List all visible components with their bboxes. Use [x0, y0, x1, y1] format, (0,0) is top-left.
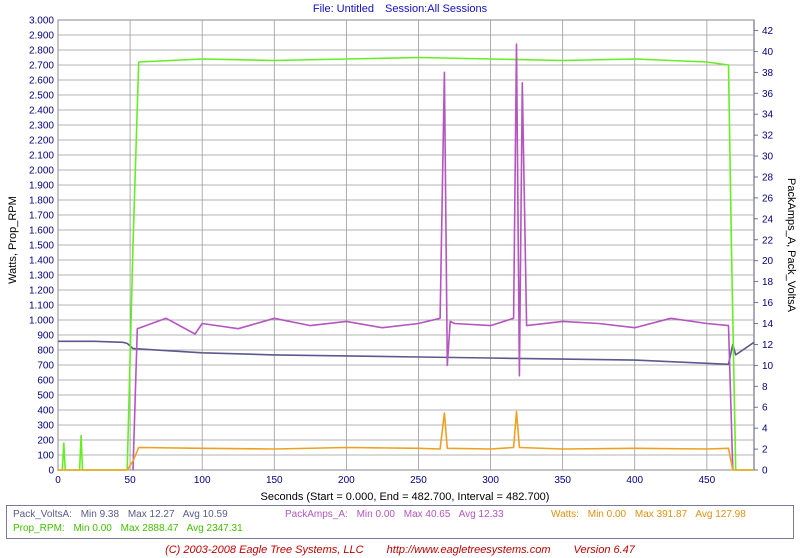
- y-left-tick-label: 2.800: [29, 46, 54, 57]
- y-right-tick-label: 36: [762, 89, 774, 100]
- y-left-tick-label: 400: [37, 406, 54, 417]
- x-tick-label: 300: [482, 475, 499, 486]
- stats-volts-max: Max 12.27: [127, 509, 175, 520]
- stats-watts: Watts: Min 0.00 Max 391.87 Avg 127.98: [551, 508, 752, 522]
- y-left-tick-label: 1.900: [29, 181, 54, 192]
- stats-rpm: Prop_RPM: Min 0.00 Max 2888.47 Avg 2347.…: [13, 522, 249, 536]
- footer-copyright: (C) 2003-2008 Eagle Tree Systems, LLC: [165, 544, 364, 556]
- x-tick-label: 100: [194, 475, 211, 486]
- y-left-tick-label: 1.400: [29, 256, 54, 267]
- y-left-tick-label: 2.900: [29, 31, 54, 42]
- y-left-tick-label: 600: [37, 376, 54, 387]
- y-right-tick-label: 6: [762, 403, 768, 414]
- y-right-tick-label: 14: [762, 319, 774, 330]
- y-left-tick-label: 100: [37, 451, 54, 462]
- y-left-tick-label: 3.000: [29, 16, 54, 27]
- y-left-tick-label: 2.100: [29, 151, 54, 162]
- y-left-tick-label: 900: [37, 331, 54, 342]
- y-right-tick-label: 40: [762, 47, 774, 58]
- y-right-tick-label: 8: [762, 382, 768, 393]
- y-left-tick-label: 2.600: [29, 76, 54, 87]
- stats-volts-name: Pack_VoltsA:: [13, 509, 72, 520]
- y-left-tick-label: 200: [37, 436, 54, 447]
- y-right-tick-label: 4: [762, 424, 768, 435]
- x-tick-label: 50: [125, 475, 137, 486]
- stats-amps-avg: Avg 12.33: [458, 509, 504, 520]
- x-tick-label: 0: [55, 475, 61, 486]
- y-left-tick-label: 2.300: [29, 121, 54, 132]
- stats-amps-name: PackAmps_A:: [285, 509, 348, 520]
- y-left-tick-label: 1.300: [29, 271, 54, 282]
- x-tick-label: 350: [554, 475, 571, 486]
- y-right-tick-label: 30: [762, 152, 774, 163]
- y-left-tick-label: 0: [48, 466, 54, 477]
- stats-amps: PackAmps_A: Min 0.00 Max 40.65 Avg 12.33: [285, 508, 510, 522]
- y-left-tick-label: 2.500: [29, 91, 54, 102]
- y-left-tick-label: 2.400: [29, 106, 54, 117]
- y-left-tick-label: 1.200: [29, 286, 54, 297]
- stats-panel: Pack_VoltsA: Min 9.38 Max 12.27 Avg 10.5…: [6, 505, 794, 539]
- x-tick-label: 250: [410, 475, 427, 486]
- y-right-tick-label: 2: [762, 445, 768, 456]
- x-tick-label: 400: [626, 475, 643, 486]
- stats-rpm-max: Max 2888.47: [120, 523, 179, 534]
- y-right-tick-label: 16: [762, 298, 774, 309]
- y-left-tick-label: 300: [37, 421, 54, 432]
- y-right-tick-label: 32: [762, 131, 774, 142]
- stats-watts-name: Watts:: [551, 509, 579, 520]
- y-left-tick-label: 800: [37, 346, 54, 357]
- y-left-tick-label: 2.200: [29, 136, 54, 147]
- y-left-tick-label: 2.700: [29, 61, 54, 72]
- stats-volts: Pack_VoltsA: Min 9.38 Max 12.27 Avg 10.5…: [13, 508, 234, 522]
- y-axis-right-title: PackAmps_A, Pack_VoltsA: [785, 178, 797, 313]
- y-left-tick-label: 1.600: [29, 226, 54, 237]
- y-right-tick-label: 12: [762, 340, 774, 351]
- y-right-tick-label: 42: [762, 26, 774, 37]
- y-right-tick-label: 20: [762, 256, 774, 267]
- y-axis-left-title: Watts, Prop_RPM: [7, 196, 19, 284]
- y-right-tick-label: 38: [762, 68, 774, 79]
- x-tick-label: 150: [266, 475, 283, 486]
- stats-watts-min: Min 0.00: [587, 509, 627, 520]
- y-right-tick-label: 18: [762, 277, 774, 288]
- stats-volts-avg: Avg 10.59: [182, 509, 228, 520]
- stats-volts-min: Min 9.38: [80, 509, 120, 520]
- y-left-tick-label: 500: [37, 391, 54, 402]
- footer-url[interactable]: http://www.eagletreesystems.com: [387, 544, 551, 556]
- stats-amps-min: Min 0.00: [356, 509, 395, 520]
- y-right-tick-label: 22: [762, 235, 774, 246]
- y-left-tick-label: 1.500: [29, 241, 54, 252]
- x-tick-label: 450: [699, 475, 716, 486]
- x-tick-label: 200: [338, 475, 355, 486]
- footer-version: Version 6.47: [573, 544, 635, 556]
- y-right-tick-label: 24: [762, 214, 774, 225]
- y-left-tick-label: 1.700: [29, 211, 54, 222]
- y-right-tick-label: 28: [762, 172, 774, 183]
- chart-area: 0 50 100 150 200 250 300 350 400 4500100200300400…: [7, 16, 797, 504]
- y-right-tick-label: 34: [762, 110, 774, 121]
- stats-rpm-avg: Avg 2347.31: [186, 523, 243, 534]
- y-left-tick-label: 2.000: [29, 166, 54, 177]
- y-left-tick-label: 1.800: [29, 196, 54, 207]
- footer: (C) 2003-2008 Eagle Tree Systems, LLC ht…: [0, 542, 800, 558]
- y-left-tick-label: 700: [37, 361, 54, 372]
- y-left-tick-label: 1.100: [29, 301, 54, 312]
- y-right-tick-label: 26: [762, 193, 774, 204]
- stats-watts-max: Max 391.87: [634, 509, 688, 520]
- stats-rpm-min: Min 0.00: [73, 523, 112, 534]
- grid-layer: [57, 19, 755, 471]
- y-right-tick-label: 10: [762, 361, 774, 372]
- stats-watts-avg: Avg 127.98: [695, 509, 746, 520]
- stats-rpm-name: Prop_RPM:: [13, 523, 65, 534]
- y-left-tick-label: 1.000: [29, 316, 54, 327]
- y-right-tick-label: 0: [762, 466, 768, 477]
- x-axis-title: Seconds (Start = 0.000, End = 482.700, I…: [261, 491, 550, 503]
- stats-amps-max: Max 40.65: [403, 509, 451, 520]
